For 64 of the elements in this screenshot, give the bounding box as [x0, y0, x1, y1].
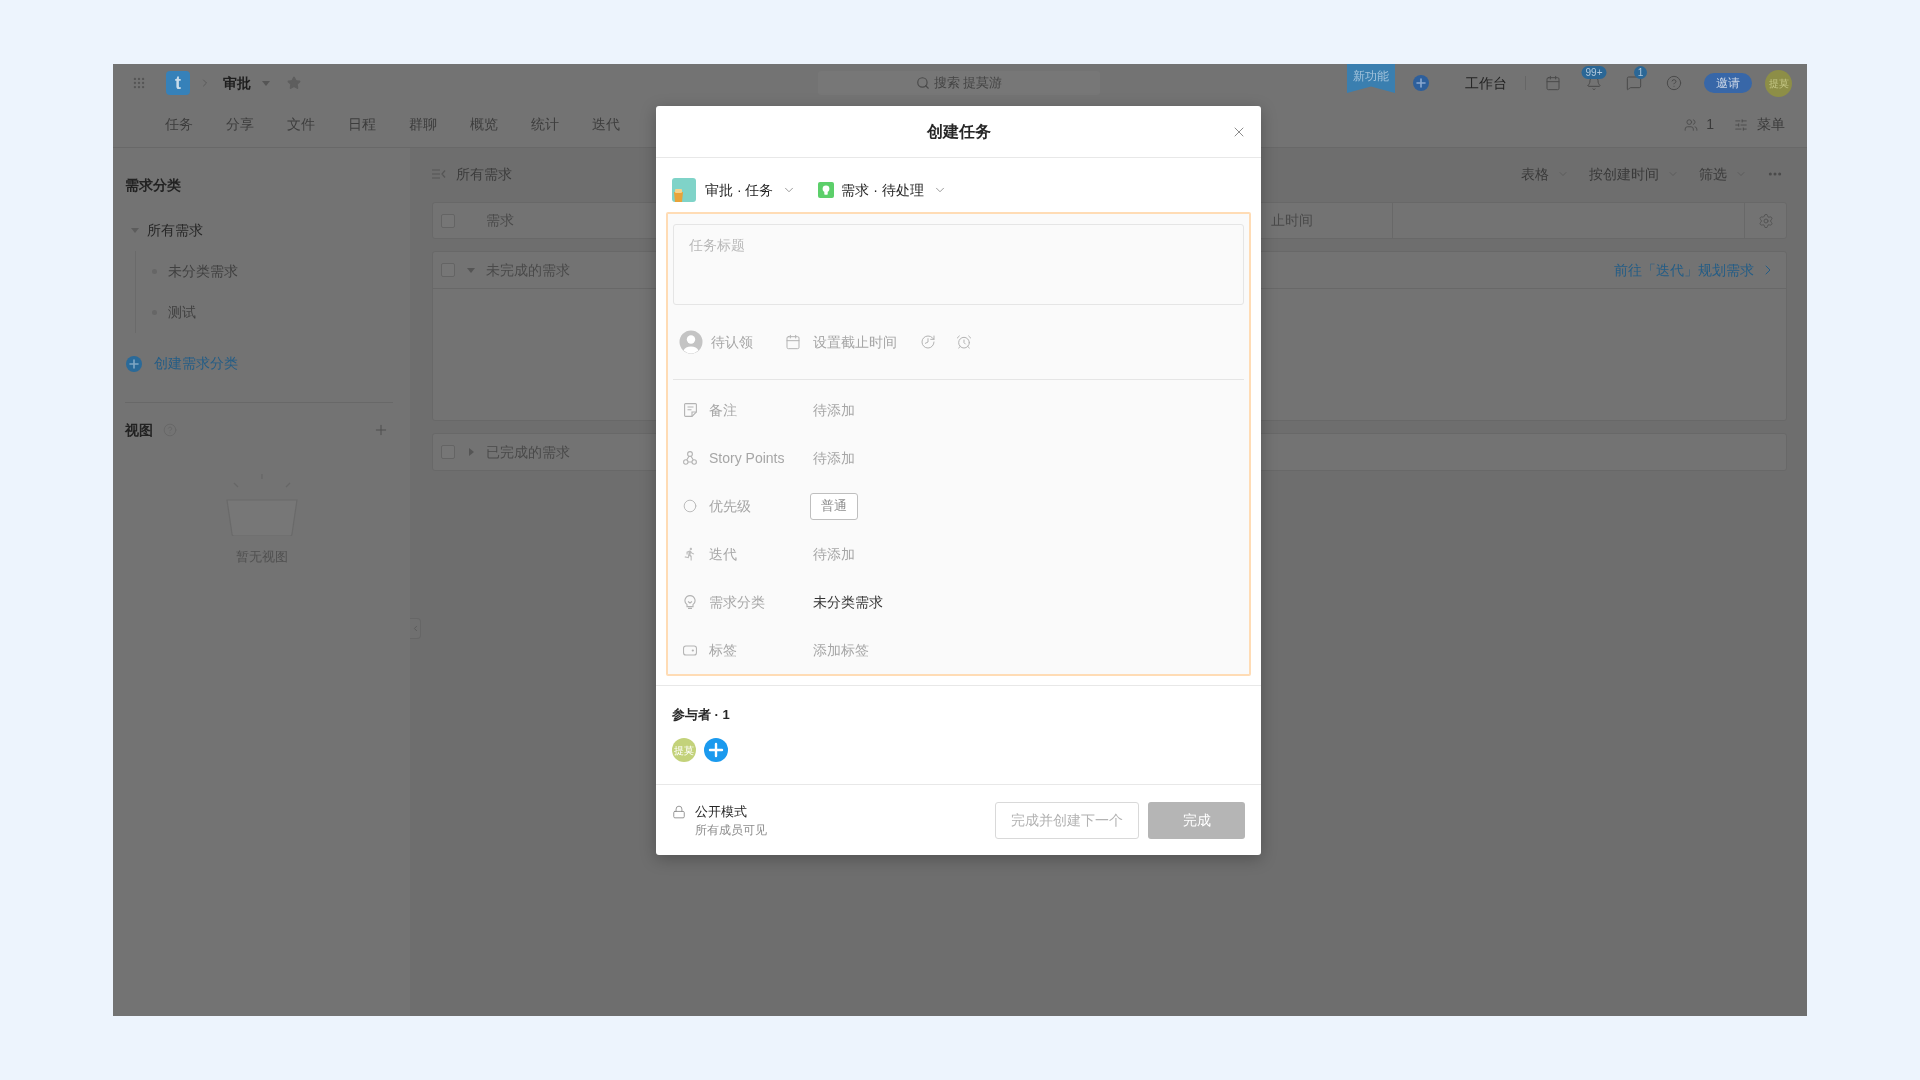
- plus-icon[interactable]: [373, 422, 389, 438]
- calendar-icon: [785, 334, 801, 350]
- runner-icon: [683, 547, 697, 561]
- project-cover-image: [672, 178, 696, 202]
- message-count: 1: [1634, 66, 1647, 79]
- caret-down-icon[interactable]: [467, 267, 475, 273]
- help-icon[interactable]: [1666, 75, 1682, 91]
- plan-iteration-link[interactable]: 前往「迭代」规划需求: [1614, 259, 1776, 281]
- caret-down-icon[interactable]: [262, 80, 270, 86]
- project-name[interactable]: 审批: [223, 72, 251, 94]
- field-label: 迭代: [709, 544, 737, 564]
- node-graph-icon: [683, 451, 697, 465]
- circle-icon: [683, 499, 697, 513]
- lock-icon: [672, 805, 686, 819]
- app-grid-icon[interactable]: [132, 76, 146, 90]
- participants-title: 参与者 · 1: [672, 706, 730, 724]
- chat-icon[interactable]: [1626, 75, 1642, 91]
- visibility-title[interactable]: 公开模式: [695, 802, 767, 822]
- create-category-link[interactable]: 创建需求分类: [125, 343, 398, 384]
- notification-count: 99+: [1581, 66, 1607, 79]
- field-placeholder[interactable]: 待添加: [813, 447, 855, 469]
- collapse-list-icon[interactable]: [432, 169, 446, 179]
- field-label: 优先级: [709, 496, 751, 516]
- visibility-note: 所有成员可见: [695, 822, 767, 838]
- due-date-button[interactable]: 设置截止时间: [785, 331, 897, 353]
- field-label: 需求分类: [709, 592, 765, 612]
- calendar-icon[interactable]: [1545, 75, 1561, 91]
- tag-icon: [683, 644, 697, 656]
- field-label: Story Points: [709, 448, 785, 468]
- field-placeholder[interactable]: 添加标签: [813, 639, 869, 661]
- field-label: 备注: [709, 400, 737, 420]
- members-button[interactable]: 1: [1684, 114, 1714, 135]
- views-title: 视图: [125, 420, 153, 440]
- app-logo[interactable]: t: [166, 71, 190, 95]
- caret-right-icon[interactable]: [468, 448, 474, 456]
- field-label: 标签: [709, 640, 737, 660]
- plus-circle-icon[interactable]: [1413, 75, 1429, 91]
- tree-item[interactable]: 所有需求: [147, 220, 203, 241]
- new-feature-ribbon[interactable]: 新功能: [1347, 64, 1395, 93]
- add-member-icon[interactable]: [704, 738, 728, 762]
- workbench-link[interactable]: 工作台: [1465, 72, 1507, 94]
- lightbulb-icon: [818, 182, 835, 198]
- field-placeholder[interactable]: 待添加: [813, 399, 855, 421]
- dialog-title: 创建任务: [925, 121, 992, 142]
- field-placeholder[interactable]: 待添加: [813, 543, 855, 565]
- assignee-button[interactable]: 待认领: [679, 330, 753, 354]
- plus-circle-icon: [126, 355, 142, 372]
- field-value[interactable]: 未分类需求: [813, 591, 883, 613]
- sidebar-title: 需求分类: [125, 176, 182, 195]
- alarm-clock-icon[interactable]: [956, 334, 972, 350]
- task-title-field[interactable]: 任务标题: [673, 224, 1244, 305]
- search-icon: [915, 76, 930, 90]
- invite-button[interactable]: 邀请: [1704, 73, 1752, 93]
- people-icon: [1684, 117, 1699, 132]
- sliders-icon: [1734, 117, 1748, 132]
- member-avatar[interactable]: 提莫: [672, 738, 696, 762]
- project-selector[interactable]: 审批 · 任务: [672, 178, 797, 202]
- note-icon: [683, 403, 697, 417]
- clock-arrow-icon[interactable]: [920, 334, 936, 350]
- settings-icon[interactable]: [1757, 212, 1774, 229]
- task-type-selector[interactable]: 需求 · 待处理: [818, 179, 947, 201]
- lightbulb-icon: [684, 595, 696, 609]
- priority-selector[interactable]: 普通: [810, 492, 858, 520]
- user-avatar-icon: [679, 330, 703, 354]
